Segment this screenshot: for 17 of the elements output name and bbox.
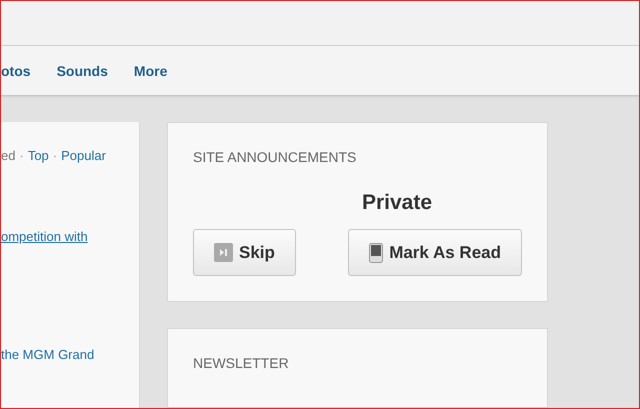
nav-link[interactable]: More — [134, 62, 168, 78]
article-link[interactable]: ompetition with — [1, 229, 139, 244]
card-title: SITE ANNOUNCEMENTS — [193, 149, 358, 165]
card-title: NEWSLETTER — [193, 355, 290, 371]
filter-link[interactable]: Top — [28, 148, 49, 163]
filter-link[interactable]: Popular — [61, 148, 106, 163]
nav-link[interactable]: Sounds — [56, 62, 108, 78]
announcement-heading: Private — [360, 191, 433, 215]
mark-read-button[interactable]: Mark As Read — [348, 229, 522, 276]
device-icon — [369, 242, 384, 262]
nav-link[interactable]: otos — [1, 62, 31, 78]
skip-button[interactable]: Skip — [193, 229, 296, 276]
filter-link[interactable]: ed — [1, 148, 16, 163]
separator-dot: · — [52, 148, 58, 163]
article-link[interactable]: the MGM Grand — [1, 347, 139, 362]
separator-dot: · — [19, 148, 24, 163]
skip-icon — [214, 243, 233, 262]
